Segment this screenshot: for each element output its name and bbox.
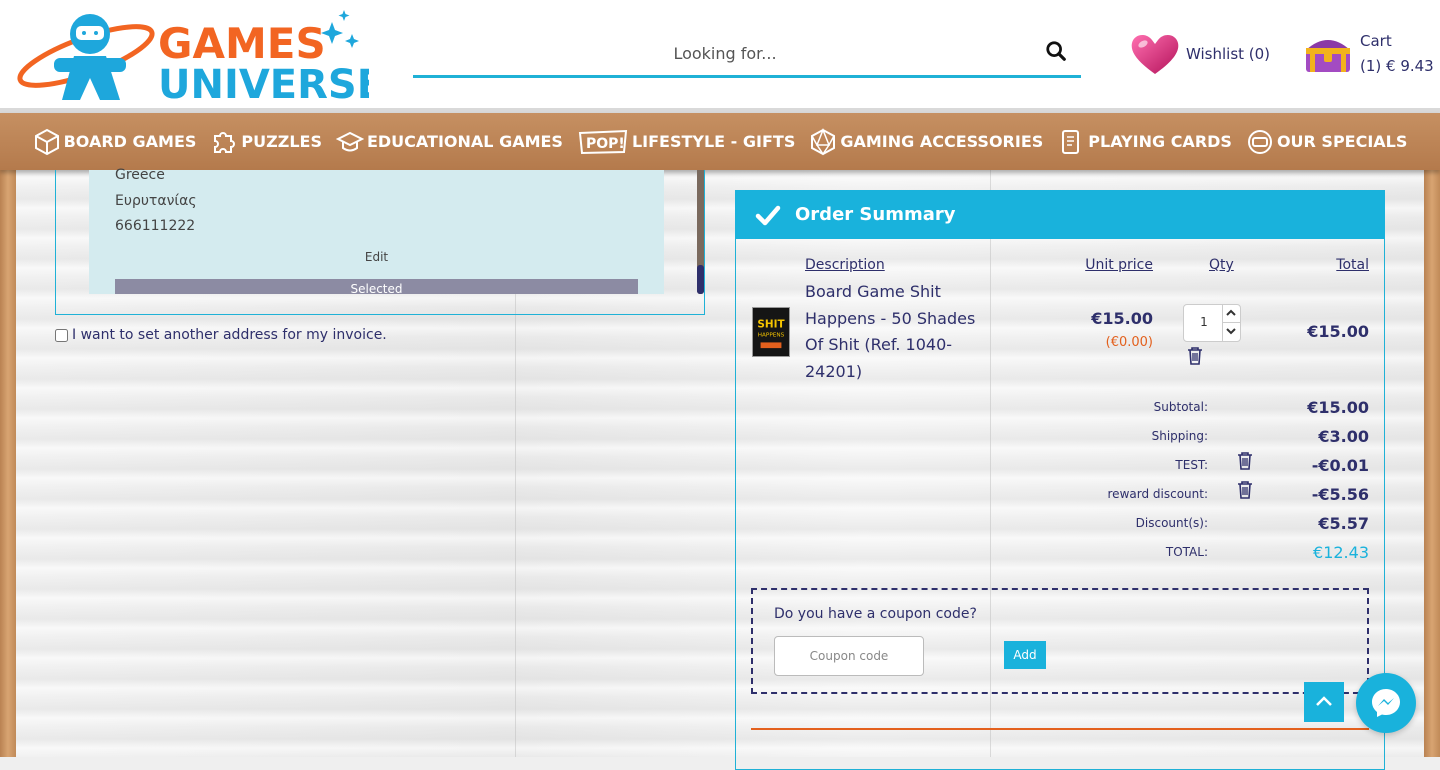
cards-icon <box>1062 129 1080 154</box>
puzzle-icon <box>214 131 236 153</box>
nav-label: LIFESTYLE - GIFTS <box>631 132 796 151</box>
svg-text:HAPPENS: HAPPENS <box>758 333 785 339</box>
nav-label: GAMING ACCESSORIES <box>840 132 1044 151</box>
section-divider <box>751 728 1369 730</box>
coupon-code-input[interactable] <box>774 636 924 676</box>
messenger-icon <box>1372 689 1400 717</box>
search-icon[interactable] <box>1045 40 1067 62</box>
search-bar <box>413 30 1081 78</box>
cart-link[interactable]: Cart (1) € 9.43 <box>1300 28 1434 80</box>
nav-item-our-specials[interactable]: OUR SPECIALS <box>1246 128 1407 156</box>
wood-frame-left <box>0 170 16 757</box>
remove-reward-trash-icon[interactable] <box>1236 480 1254 499</box>
scroll-to-top-button[interactable] <box>1304 682 1344 722</box>
voucher-test-value: -€0.01 <box>1311 456 1369 475</box>
nav-label: PUZZLES <box>241 132 322 151</box>
subtotal-value: €15.00 <box>1307 398 1369 417</box>
edit-address-link[interactable]: Edit <box>89 250 664 264</box>
invoice-address-option[interactable]: I want to set another address for my inv… <box>55 327 387 343</box>
coupon-section: Do you have a coupon code? Add <box>751 588 1369 694</box>
shipping-value: €3.00 <box>1318 427 1369 446</box>
nav-item-puzzles[interactable]: PUZZLES <box>210 128 322 156</box>
nav-item-lifestyle-gifts[interactable]: POP! LIFESTYLE - GIFTS <box>577 128 795 156</box>
nav-item-playing-cards[interactable]: PLAYING CARDS <box>1057 128 1232 156</box>
invoice-address-label: I want to set another address for my inv… <box>72 327 387 343</box>
address-phone: 666111222 <box>115 218 196 234</box>
remove-voucher-trash-icon[interactable] <box>1236 451 1254 470</box>
dice-icon <box>34 128 59 155</box>
column-header-description[interactable]: Description <box>805 257 885 273</box>
messenger-chat-button[interactable] <box>1356 673 1416 733</box>
svg-text:UNIVERSE: UNIVERSE <box>158 62 369 102</box>
order-summary-header: Order Summary <box>735 190 1385 239</box>
wishlist-label: Wishlist (0) <box>1186 45 1271 63</box>
svg-text:GAMES: GAMES <box>158 19 326 68</box>
address-country: Greece <box>115 167 165 183</box>
nav-label: EDUCATIONAL GAMES <box>366 132 563 151</box>
quantity-increase-button[interactable] <box>1222 305 1240 323</box>
coupon-question: Do you have a coupon code? <box>774 606 977 622</box>
nav-item-gaming-accessories[interactable]: GAMING ACCESSORIES <box>809 127 1044 156</box>
svg-text:SHIT: SHIT <box>757 318 785 330</box>
reward-discount-label: reward discount: <box>1107 487 1208 501</box>
nav-item-educational-games[interactable]: EDUCATIONAL GAMES <box>335 128 563 156</box>
grand-total-value: €12.43 <box>1313 543 1369 562</box>
subtotal-label: Subtotal: <box>1153 400 1208 414</box>
nav-label: BOARD GAMES <box>63 132 197 151</box>
checkmark-icon <box>755 205 781 225</box>
chevron-down-icon <box>1226 328 1236 335</box>
nav-item-board-games[interactable]: BOARD GAMES <box>33 128 197 156</box>
cart-summary: (1) € 9.43 <box>1360 57 1434 75</box>
column-header-qty[interactable]: Qty <box>1209 257 1234 273</box>
nav-label: OUR SPECIALS <box>1276 132 1408 151</box>
wood-frame-right <box>1424 170 1440 757</box>
discounts-value: €5.57 <box>1318 514 1369 533</box>
product-unit-price: €15.00 <box>1091 309 1153 328</box>
scrollbar-thumb[interactable] <box>697 265 704 294</box>
remove-product-trash-icon[interactable] <box>1186 346 1204 365</box>
treasure-chest-icon <box>1306 40 1350 72</box>
address-region: Ευρυτανίας <box>115 193 197 209</box>
chevron-up-icon <box>1316 696 1332 706</box>
column-header-unit-price[interactable]: Unit price <box>1085 257 1153 273</box>
nav-label: PLAYING CARDS <box>1088 132 1232 151</box>
shipping-label: Shipping: <box>1151 429 1208 443</box>
search-input[interactable] <box>413 30 1037 76</box>
heart-icon <box>1131 34 1179 74</box>
chevron-up-icon <box>1226 309 1236 316</box>
specials-icon <box>1247 129 1272 154</box>
d20-icon <box>811 127 836 155</box>
reward-discount-value: -€5.56 <box>1311 485 1369 504</box>
product-line-total: €15.00 <box>1307 322 1369 341</box>
grand-total-label: TOTAL: <box>1165 545 1208 559</box>
quantity-input[interactable]: 1 <box>1184 315 1224 329</box>
graduation-cap-icon <box>335 131 364 151</box>
voucher-test-label: TEST: <box>1175 458 1208 472</box>
product-unit-price-discount: (€0.00) <box>1105 335 1153 350</box>
invoice-address-checkbox[interactable] <box>55 328 68 342</box>
site-header: GAMES UNIVERSE Wishlist (0) Cart <box>0 0 1440 108</box>
selected-button[interactable]: Selected <box>115 279 638 294</box>
quantity-decrease-button[interactable] <box>1222 323 1240 341</box>
add-coupon-button[interactable]: Add <box>1004 641 1046 669</box>
pop-icon: POP! <box>578 129 628 154</box>
quantity-stepper: 1 <box>1183 304 1241 342</box>
main-navigation: BOARD GAMES PUZZLES EDUCATIONAL GAMES PO… <box>0 113 1440 170</box>
product-name[interactable]: Board Game Shit Happens - 50 Shades Of S… <box>805 279 995 385</box>
wishlist-link[interactable]: Wishlist (0) <box>1128 30 1270 78</box>
column-header-total[interactable]: Total <box>1336 257 1369 273</box>
address-card[interactable]: Greece Ευρυτανίας 666111222 Edit Selecte… <box>89 167 664 294</box>
product-thumbnail[interactable]: SHIT HAPPENS <box>752 307 790 357</box>
discounts-label: Discount(s): <box>1135 516 1208 530</box>
svg-text:POP!: POP! <box>586 136 625 152</box>
order-summary-title: Order Summary <box>795 204 956 225</box>
games-universe-logo[interactable]: GAMES UNIVERSE <box>14 8 369 102</box>
cart-label: Cart <box>1360 32 1392 50</box>
